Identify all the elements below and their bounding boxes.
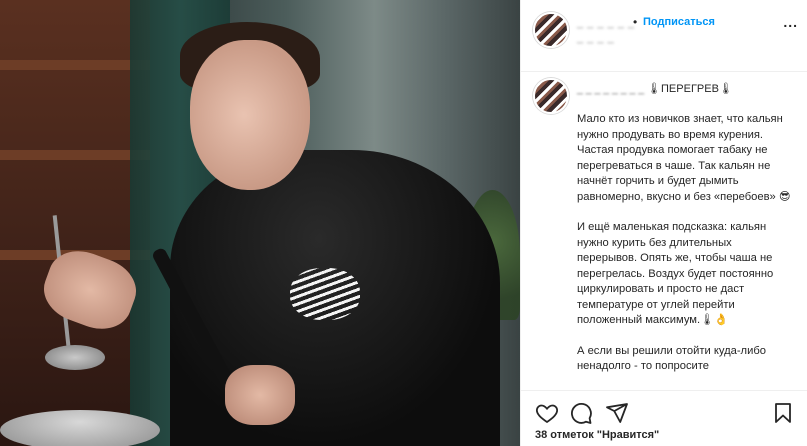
post-header: _ _ _ _ _ _ _ _ _ _ • Подписаться ...: [521, 0, 807, 72]
hookah-plate: [0, 410, 160, 446]
separator-dot: •: [633, 15, 638, 29]
more-options-button[interactable]: ...: [783, 14, 798, 30]
post-photo[interactable]: [0, 0, 520, 446]
caption-paragraph: И ещё маленькая подсказка: кальян нужно …: [577, 221, 774, 326]
person-face: [190, 40, 310, 190]
heart-icon[interactable]: [535, 401, 559, 425]
avatar[interactable]: [533, 78, 569, 114]
username-link[interactable]: _ _ _ _ _ _: [577, 17, 635, 29]
caption-area[interactable]: _ _ _ _ _ _ _ _ 🌡ПЕРЕГРЕВ🌡 Мало кто из н…: [521, 72, 807, 390]
caption-username[interactable]: _ _ _ _ _ _ _ _: [577, 83, 644, 95]
caption-text: Мало кто из новичков знает, что кальян н…: [577, 112, 792, 390]
caption-paragraph: А если вы решили отойти куда-либо ненадо…: [577, 344, 766, 373]
caption-paragraph: Мало кто из новичков знает, что кальян н…: [577, 113, 791, 203]
post-side-panel: _ _ _ _ _ _ _ _ _ _ • Подписаться ... _ …: [520, 0, 807, 446]
location-link[interactable]: _ _ _ _: [577, 32, 614, 44]
person-hand: [225, 365, 295, 425]
hookah-bowl: [45, 345, 105, 370]
likes-count[interactable]: 38 отметок "Нравится": [535, 429, 659, 441]
bookmark-icon[interactable]: [771, 401, 795, 425]
comment-icon[interactable]: [569, 401, 593, 425]
shelf: [0, 60, 150, 70]
post-actions: 38 отметок "Нравится": [521, 390, 807, 446]
caption-title: 🌡ПЕРЕГРЕВ🌡: [647, 83, 733, 95]
caption-header: _ _ _ _ _ _ _ _ 🌡ПЕРЕГРЕВ🌡: [577, 82, 733, 95]
follow-button[interactable]: Подписаться: [643, 16, 715, 28]
avatar[interactable]: [533, 12, 569, 48]
share-icon[interactable]: [605, 401, 629, 425]
logo-scribble: [290, 268, 360, 320]
shelf: [0, 150, 150, 160]
